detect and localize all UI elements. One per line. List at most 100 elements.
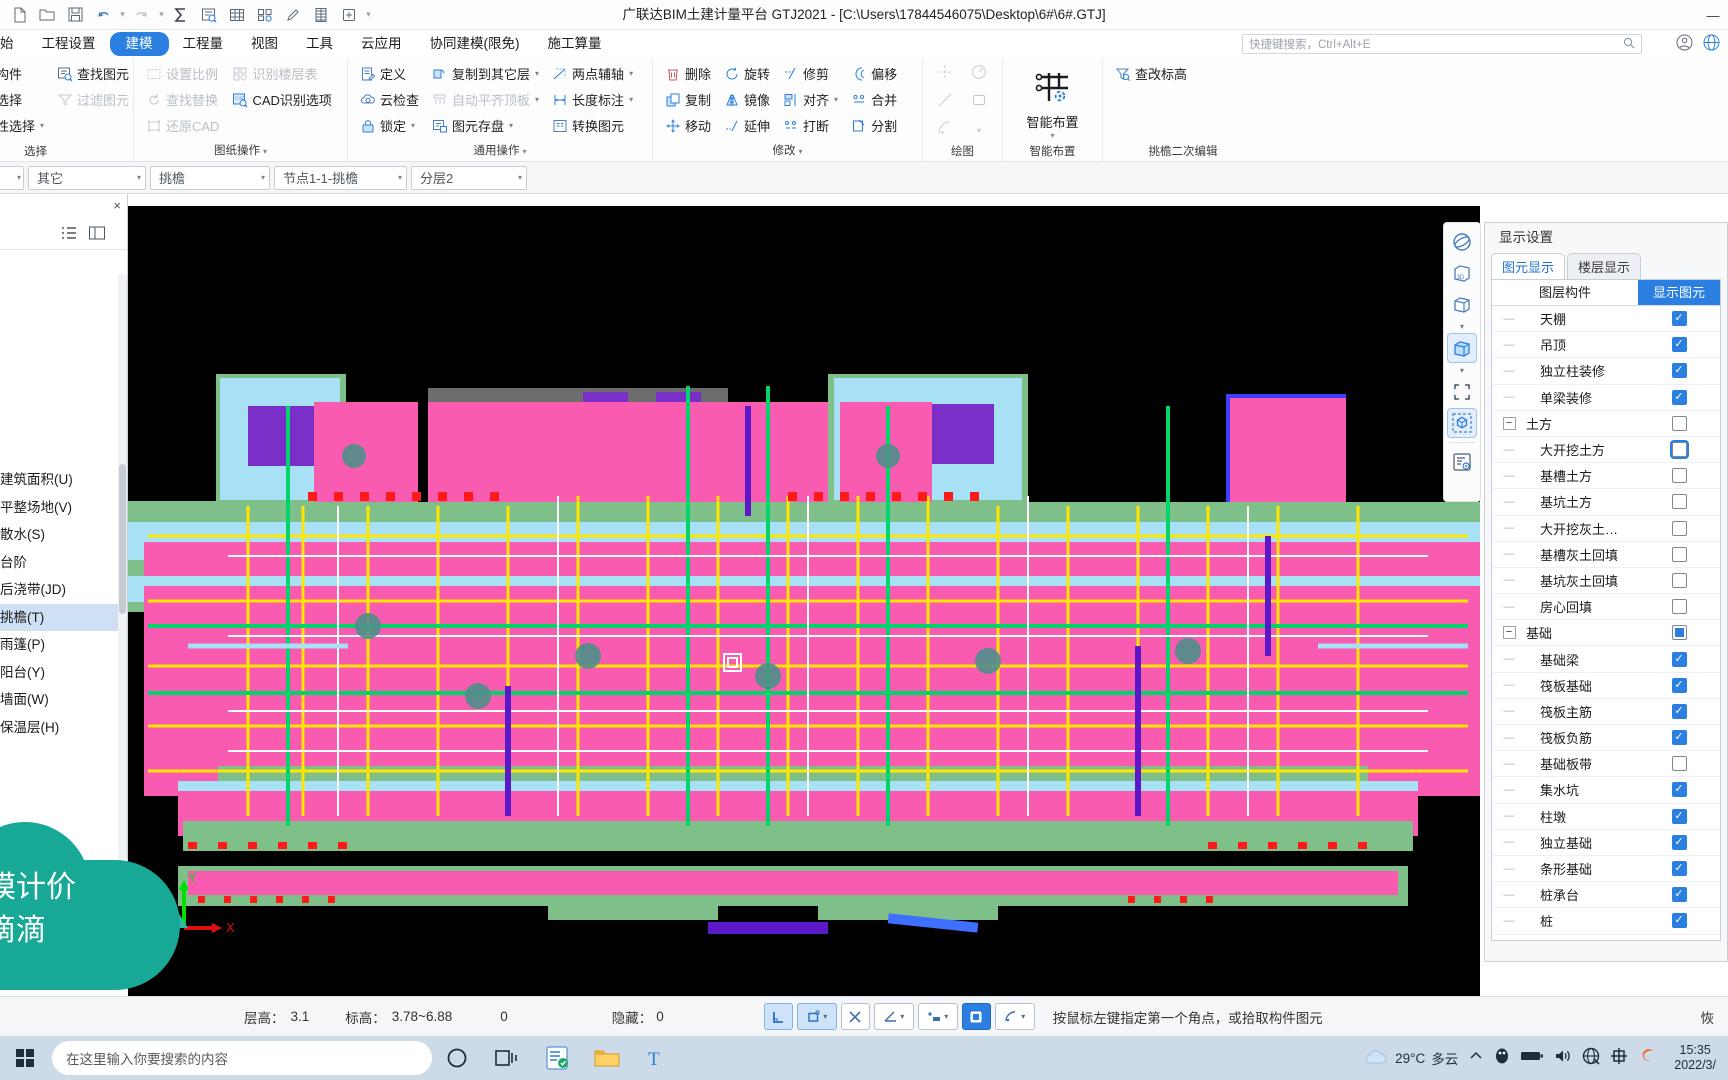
- combo-blank[interactable]: ▾: [0, 165, 24, 190]
- visibility-checkbox-cell[interactable]: [1638, 808, 1720, 824]
- chevron-down-icon[interactable]: ▾: [1460, 364, 1464, 376]
- break-button[interactable]: 打断: [777, 113, 843, 138]
- add-item-icon[interactable]: [336, 3, 362, 27]
- visibility-checkbox-cell[interactable]: [1638, 887, 1720, 903]
- visibility-checkbox[interactable]: [1671, 337, 1687, 353]
- chevron-down-icon[interactable]: ▾: [629, 69, 633, 78]
- qat-more-caret-icon[interactable]: ▾: [364, 9, 373, 20]
- move-button[interactable]: 移动: [659, 113, 716, 138]
- ortho-snap-button[interactable]: [763, 1003, 793, 1030]
- user-account-icon[interactable]: [1676, 34, 1693, 56]
- visibility-checkbox-cell[interactable]: [1638, 468, 1720, 484]
- list-item-balcony[interactable]: 阳台(Y): [0, 659, 118, 687]
- table-row[interactable]: — 条形基础: [1492, 856, 1720, 883]
- visibility-checkbox-cell[interactable]: [1638, 494, 1720, 510]
- table-row[interactable]: — 基槽土方: [1492, 463, 1720, 490]
- menu-item-cloud-apps[interactable]: 云应用: [347, 32, 416, 56]
- menu-item-project-settings[interactable]: 工程设置: [28, 32, 110, 56]
- visibility-checkbox-cell[interactable]: [1638, 756, 1720, 772]
- table-row[interactable]: — 独立基础: [1492, 830, 1720, 856]
- visibility-checkbox[interactable]: [1671, 415, 1687, 431]
- visibility-checkbox[interactable]: [1671, 546, 1687, 562]
- weather-widget[interactable]: 29°C 多云: [1363, 1048, 1458, 1069]
- check-quantity-icon[interactable]: [196, 3, 222, 27]
- battery-icon[interactable]: [1520, 1049, 1544, 1068]
- table-row[interactable]: − 土方: [1492, 411, 1720, 437]
- visibility-checkbox[interactable]: [1671, 756, 1687, 772]
- pen-icon[interactable]: [280, 3, 306, 27]
- chevron-down-icon[interactable]: ▾: [17, 173, 21, 182]
- chevron-down-icon[interactable]: ▾: [823, 1012, 827, 1021]
- list-item-canopy[interactable]: 雨篷(P): [0, 631, 118, 659]
- app-blue-t-icon[interactable]: T: [632, 1036, 682, 1080]
- redo-caret-icon[interactable]: ▾: [157, 9, 166, 20]
- help-globe-icon[interactable]: [1703, 34, 1720, 56]
- table-row[interactable]: — 吊顶: [1492, 332, 1720, 359]
- convert-element-button[interactable]: 转换图元: [546, 113, 638, 138]
- chevron-down-icon[interactable]: ▾: [411, 121, 415, 130]
- menu-item-construction-quantity[interactable]: 施工算量: [534, 32, 616, 56]
- visibility-checkbox[interactable]: [1671, 808, 1687, 824]
- circle-tool-icon[interactable]: [970, 63, 988, 86]
- detail-view-icon[interactable]: [86, 223, 108, 243]
- table-row[interactable]: — 基坑灰土回填: [1492, 568, 1720, 595]
- visibility-checkbox-cell[interactable]: [1638, 572, 1720, 588]
- dimension-snap-button[interactable]: ▾: [917, 1003, 958, 1030]
- visibility-checkbox-cell[interactable]: [1638, 311, 1720, 327]
- chevron-down-icon[interactable]: ▾: [798, 147, 802, 156]
- visibility-checkbox-cell[interactable]: [1638, 442, 1720, 458]
- table-row[interactable]: — 基坑土方: [1492, 489, 1720, 516]
- list-item-wall-surface[interactable]: 墙面(W): [0, 686, 118, 714]
- list-item-building-area[interactable]: 建筑面积(U): [0, 466, 118, 494]
- list-item-insulation-layer[interactable]: 保温层(H): [0, 714, 118, 742]
- collapse-expander-icon[interactable]: −: [1492, 626, 1526, 640]
- scrollbar-thumb[interactable]: [119, 464, 126, 614]
- start-button[interactable]: [0, 1036, 50, 1080]
- menu-item-start[interactable]: 始: [0, 32, 28, 56]
- table-row[interactable]: — 筏板基础: [1492, 673, 1720, 699]
- align-button[interactable]: 对齐 ▾: [777, 87, 843, 112]
- visibility-checkbox[interactable]: [1671, 442, 1687, 458]
- lock-button[interactable]: 锁定 ▾: [354, 113, 424, 138]
- two-point-aux-axis-button[interactable]: 两点辅轴 ▾: [546, 61, 638, 86]
- redo-icon[interactable]: [129, 3, 155, 27]
- orbit-icon[interactable]: [1447, 227, 1477, 257]
- panel-close-button[interactable]: ×: [0, 194, 127, 216]
- rotate-button[interactable]: 旋转: [718, 61, 775, 86]
- copy-button[interactable]: 复制: [659, 87, 716, 112]
- visibility-checkbox[interactable]: [1671, 651, 1687, 667]
- visibility-checkbox-cell[interactable]: [1638, 389, 1720, 405]
- chevron-down-icon[interactable]: ▾: [261, 173, 265, 182]
- visibility-checkbox[interactable]: [1671, 468, 1687, 484]
- zoom-fit-icon[interactable]: [1447, 377, 1477, 407]
- visibility-checkbox[interactable]: [1671, 703, 1687, 719]
- three-d-view-icon[interactable]: 3D: [1447, 258, 1477, 288]
- table-row[interactable]: − 基础: [1492, 620, 1720, 647]
- restore-button[interactable]: 恢: [1701, 1007, 1715, 1027]
- table-row[interactable]: — 天棚: [1492, 306, 1720, 333]
- visibility-checkbox-cell[interactable]: [1638, 651, 1720, 667]
- visibility-checkbox-cell[interactable]: [1638, 782, 1720, 798]
- sum-icon[interactable]: [168, 3, 194, 27]
- intersection-snap-button[interactable]: [840, 1003, 870, 1030]
- combo-component[interactable]: 节点1-1-挑檐 ▾: [274, 165, 407, 190]
- line-tool-icon[interactable]: [936, 91, 954, 114]
- arc-more-caret-icon[interactable]: ▾: [977, 126, 981, 135]
- cloud-check-button[interactable]: 云检查: [354, 87, 424, 112]
- check-modify-elevation-button[interactable]: 查改标高: [1109, 61, 1192, 86]
- combo-component-type[interactable]: 挑檐 ▾: [150, 165, 270, 190]
- app-green-icon[interactable]: [532, 1036, 582, 1080]
- delete-button[interactable]: 删除: [659, 61, 716, 86]
- menu-item-collaborative-modeling[interactable]: 协同建模(限免): [416, 32, 534, 56]
- combo-category[interactable]: 其它 ▾: [28, 165, 146, 190]
- list-item-apron[interactable]: 散水(S): [0, 521, 118, 549]
- ruler-icon[interactable]: [308, 3, 334, 27]
- tab-element-display[interactable]: 图元显示: [1491, 253, 1566, 279]
- minimize-button[interactable]: —: [1698, 0, 1728, 30]
- table-row[interactable]: — 柱墩: [1492, 804, 1720, 830]
- ime-chinese-icon[interactable]: [1610, 1047, 1628, 1070]
- merge-button[interactable]: 合并: [845, 87, 902, 112]
- chevron-down-icon[interactable]: ▾: [1050, 131, 1054, 140]
- shortcut-search-input[interactable]: 快捷键搜索，Ctrl+Alt+E: [1242, 34, 1642, 54]
- visibility-checkbox[interactable]: [1671, 861, 1687, 877]
